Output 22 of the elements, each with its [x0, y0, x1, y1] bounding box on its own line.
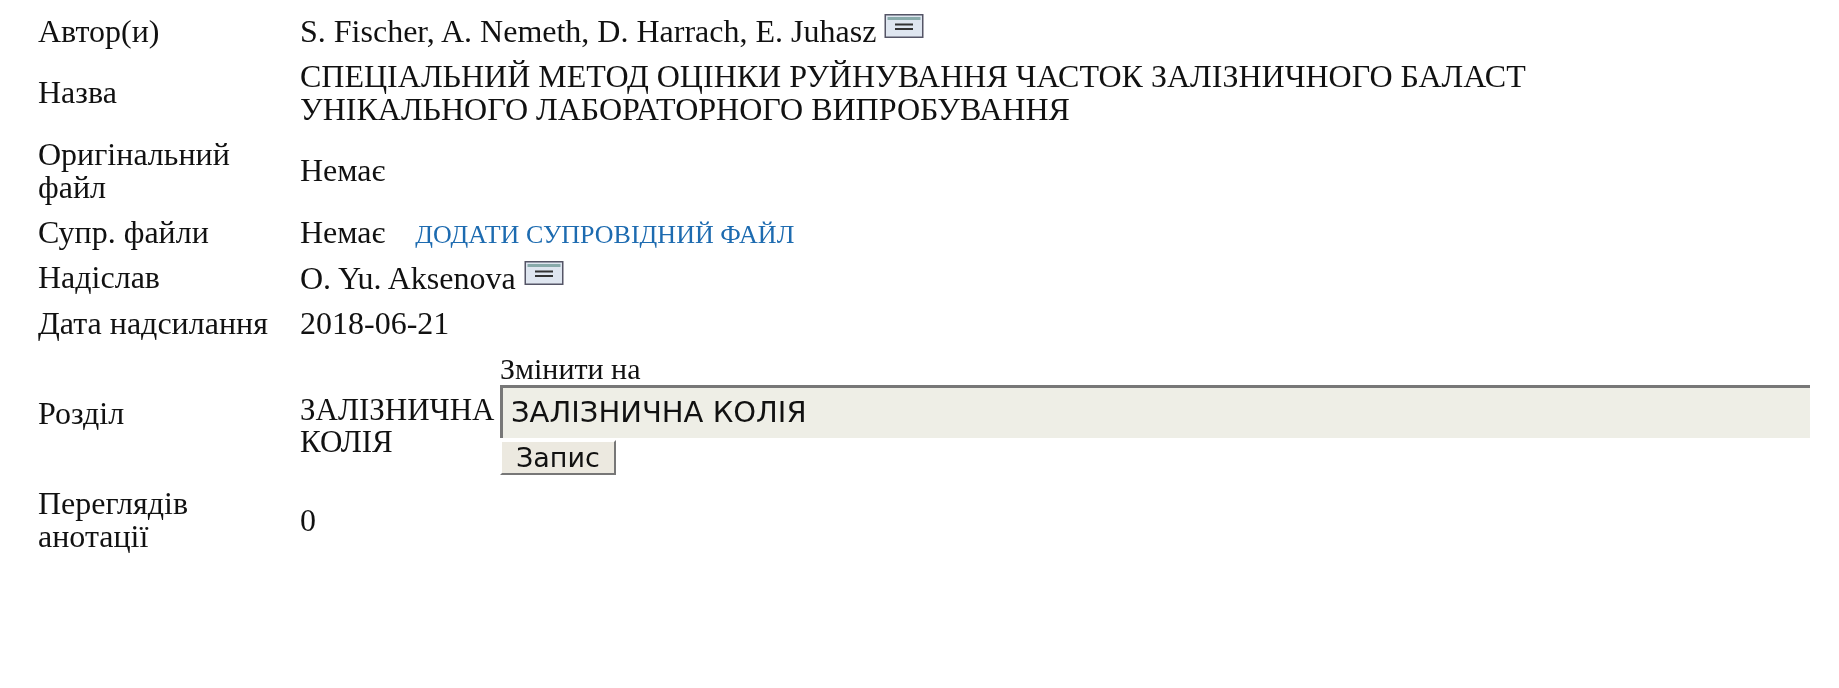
section-value: ЗАЛІЗНИЧНА КОЛІЯ [300, 393, 495, 459]
field-label: Автор(и) [38, 14, 161, 48]
field-value: S. Fischer, A. Nemeth, D. Harrach, E. Juhasz [300, 13, 877, 49]
change-label: Змінити на [500, 351, 642, 385]
add-file-link[interactable]: ДОДАТИ СУПРОВІДНИЙ ФАЙЛ [415, 219, 795, 249]
envelope-icon[interactable] [884, 14, 925, 38]
field-label: Розділ [38, 397, 126, 430]
field-value: 2018-06-21 [300, 304, 450, 341]
field-label: Дата надсилання [38, 306, 269, 340]
field-label: Назва [38, 76, 118, 110]
field-value: Немає [300, 213, 386, 250]
title-text: СПЕЦІАЛЬНИЙ МЕТОД ОЦІНКИ РУЙНУВАННЯ ЧАСТОК ЗАЛІЗНИЧНОГО БАЛАСТ УНІКАЛЬНОГО ЛАБОРАТОРНОГО ВИПРОБУВАННЯ [300, 59, 1527, 126]
envelope-icon[interactable] [523, 260, 564, 285]
save-button[interactable]: Запис [500, 439, 616, 476]
field-label: Надіслав [38, 261, 161, 295]
section-dropdown[interactable]: ЗАЛІЗНИЧНА КОЛІЯ [500, 384, 1810, 438]
field-value: 0 [300, 501, 316, 538]
field-label: Оригінальний файл [38, 137, 231, 204]
field-label: Переглядів анотації [38, 487, 189, 554]
field-label: Супр. файли [38, 215, 210, 249]
field-value: O. Yu. Aksenova [300, 259, 516, 296]
field-value: Немає [300, 152, 386, 189]
